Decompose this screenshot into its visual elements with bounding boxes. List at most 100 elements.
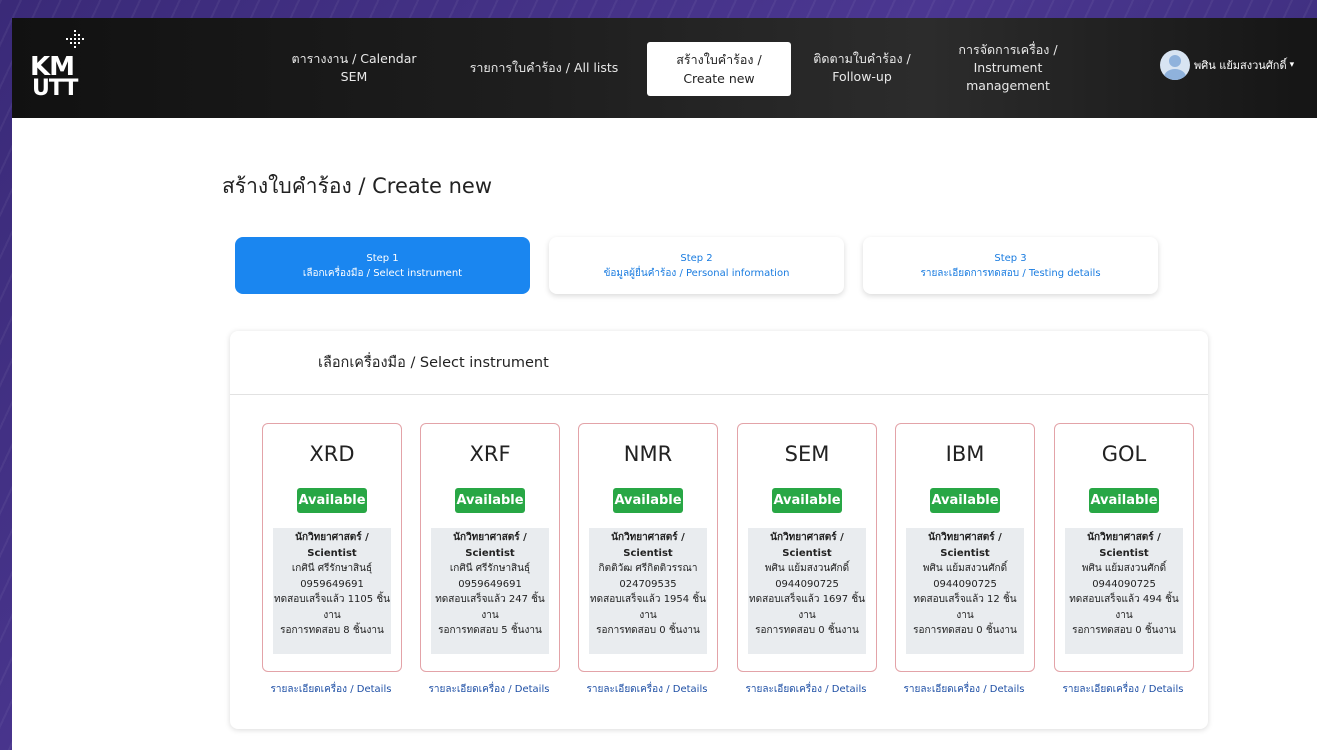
instrument-name: GOL: [1101, 442, 1147, 466]
logo-dots-icon: [66, 30, 84, 48]
scientist-phone: 0944090725: [775, 578, 839, 590]
tested-count-unit: งาน: [798, 609, 816, 621]
step-1-select-instrument[interactable]: Step 1 เลือกเครื่องมือ / Select instrume…: [235, 237, 530, 294]
tested-count: ทดสอบเสร็จแล้ว 247 ชิ้น: [435, 594, 545, 605]
scientist-phone: 024709535: [619, 578, 677, 590]
status-badge: Available: [772, 488, 842, 513]
instrument-card-nmr[interactable]: NMR Available นักวิทยาศาสตร์ / Scientist…: [578, 423, 718, 672]
nav-calendar[interactable]: ตารางงาน / Calendar SEM: [274, 18, 434, 118]
role-label: นักวิทยาศาสตร์ /: [295, 532, 369, 543]
role-label-en: Scientist: [465, 547, 515, 559]
tested-count: ทดสอบเสร็จแล้ว 494 ชิ้น: [1069, 594, 1179, 605]
tested-count-unit: งาน: [481, 609, 499, 621]
role-label-en: Scientist: [623, 547, 673, 559]
user-name: พศิน แย้มสงวนศักดิ์: [1194, 59, 1287, 72]
role-label: นักวิทยาศาสตร์ /: [1087, 532, 1161, 543]
kmutt-logo[interactable]: KM UTT: [30, 30, 90, 101]
details-link-sem[interactable]: รายละเอียดเครื่อง / Details: [726, 682, 886, 697]
instrument-name: IBM: [945, 442, 985, 466]
nav-all-lists[interactable]: รายการใบคำร้อง / All lists: [458, 18, 630, 118]
instrument-info: นักวิทยาศาสตร์ / Scientist พศิน แย้มสงวน…: [906, 528, 1024, 654]
step-3-sub: รายละเอียดการทดสอบ / Testing details: [920, 267, 1101, 279]
avatar: [1160, 50, 1190, 80]
step-2-personal-information[interactable]: Step 2 ข้อมูลผู้ยื่นคำร้อง / Personal in…: [549, 237, 844, 294]
waiting-count: รอการทดสอบ 0 ชิ้นงาน: [596, 625, 700, 636]
nav-follow-up-label: ติดตามใบคำร้อง / Follow-up: [813, 51, 911, 84]
role-label-en: Scientist: [1099, 547, 1149, 559]
details-link-nmr[interactable]: รายละเอียดเครื่อง / Details: [567, 682, 727, 697]
instrument-card-gol[interactable]: GOL Available นักวิทยาศาสตร์ / Scientist…: [1054, 423, 1194, 672]
step-3-label: Step 3: [994, 252, 1027, 264]
tested-count-unit: งาน: [639, 609, 657, 621]
instrument-card-sem[interactable]: SEM Available นักวิทยาศาสตร์ / Scientist…: [737, 423, 877, 672]
status-badge: Available: [297, 488, 367, 513]
page-title: สร้างใบคำร้อง / Create new: [222, 174, 492, 198]
role-label: นักวิทยาศาสตร์ /: [770, 532, 844, 543]
status-badge: Available: [1089, 488, 1159, 513]
scientist-name: พศิน แย้มสงวนศักดิ์: [922, 563, 1008, 574]
step-2-label: Step 2: [680, 252, 713, 264]
instrument-name: SEM: [784, 442, 830, 466]
status-badge: Available: [613, 488, 683, 513]
instrument-card-xrf[interactable]: XRF Available นักวิทยาศาสตร์ / Scientist…: [420, 423, 560, 672]
waiting-count: รอการทดสอบ 0 ชิ้นงาน: [755, 625, 859, 636]
nav-instrument-management-label: การจัดการเครื่อง / Instrument management: [958, 42, 1058, 93]
role-label: นักวิทยาศาสตร์ /: [611, 532, 685, 543]
scientist-phone: 0959649691: [458, 578, 522, 590]
scientist-phone: 0944090725: [933, 578, 997, 590]
app-window: KM UTT ตารางงาน / Calendar SEM รายการใบค…: [12, 18, 1317, 750]
nav-create-new-label: สร้างใบคำร้อง / Create new: [676, 52, 762, 86]
details-link-xrd[interactable]: รายละเอียดเครื่อง / Details: [251, 682, 411, 697]
nav-calendar-label: ตารางงาน / Calendar SEM: [291, 51, 417, 84]
waiting-count: รอการทดสอบ 0 ชิ้นงาน: [1072, 625, 1176, 636]
card-header: เลือกเครื่องมือ / Select instrument: [230, 331, 1208, 395]
logo-text-bottom: UTT: [32, 76, 78, 101]
instrument-info: นักวิทยาศาสตร์ / Scientist กิตติวัฒ ศรีก…: [589, 528, 707, 654]
waiting-count: รอการทดสอบ 8 ชิ้นงาน: [280, 625, 384, 636]
scientist-name: เกศินี ศรีรักษาสินธุ์: [449, 563, 531, 574]
instrument-info: นักวิทยาศาสตร์ / Scientist เกศินี ศรีรัก…: [273, 528, 391, 654]
instrument-info: นักวิทยาศาสตร์ / Scientist พศิน แย้มสงวน…: [1065, 528, 1183, 654]
tested-count-unit: งาน: [1115, 609, 1133, 621]
status-badge: Available: [455, 488, 525, 513]
scientist-phone: 0959649691: [300, 578, 364, 590]
role-label: นักวิทยาศาสตร์ /: [928, 532, 1002, 543]
step-1-sub: เลือกเครื่องมือ / Select instrument: [302, 267, 463, 279]
tested-count: ทดสอบเสร็จแล้ว 1105 ชิ้น: [274, 594, 390, 605]
scientist-phone: 0944090725: [1092, 578, 1156, 590]
section-title: เลือกเครื่องมือ / Select instrument: [318, 355, 549, 371]
scientist-name: พศิน แย้มสงวนศักดิ์: [764, 563, 850, 574]
role-label: นักวิทยาศาสตร์ /: [453, 532, 527, 543]
scientist-name: พศิน แย้มสงวนศักดิ์: [1081, 563, 1167, 574]
step-3-testing-details[interactable]: Step 3 รายละเอียดการทดสอบ / Testing deta…: [863, 237, 1158, 294]
chevron-down-icon: ▾: [1289, 60, 1295, 70]
waiting-count: รอการทดสอบ 5 ชิ้นงาน: [438, 625, 542, 636]
instrument-name: XRF: [469, 442, 511, 466]
instrument-card-xrd[interactable]: XRD Available นักวิทยาศาสตร์ / Scientist…: [262, 423, 402, 672]
instrument-name: NMR: [623, 442, 673, 466]
role-label-en: Scientist: [940, 547, 990, 559]
user-menu[interactable]: พศิน แย้มสงวนศักดิ์ ▾: [1160, 48, 1294, 82]
tested-count-unit: งาน: [323, 609, 341, 621]
instrument-info: นักวิทยาศาสตร์ / Scientist พศิน แย้มสงวน…: [748, 528, 866, 654]
tested-count: ทดสอบเสร็จแล้ว 1954 ชิ้น: [590, 594, 706, 605]
details-link-xrf[interactable]: รายละเอียดเครื่อง / Details: [409, 682, 569, 697]
waiting-count: รอการทดสอบ 0 ชิ้นงาน: [913, 625, 1017, 636]
nav-create-new[interactable]: สร้างใบคำร้อง / Create new: [647, 42, 791, 96]
nav-all-lists-label: รายการใบคำร้อง / All lists: [469, 60, 619, 75]
instrument-card-ibm[interactable]: IBM Available นักวิทยาศาสตร์ / Scientist…: [895, 423, 1035, 672]
instrument-name: XRD: [309, 442, 355, 466]
scientist-name: เกศินี ศรีรักษาสินธุ์: [291, 563, 373, 574]
role-label-en: Scientist: [782, 547, 832, 559]
role-label-en: Scientist: [307, 547, 357, 559]
top-navbar: KM UTT ตารางงาน / Calendar SEM รายการใบค…: [12, 18, 1317, 118]
tested-count: ทดสอบเสร็จแล้ว 12 ชิ้น: [913, 594, 1017, 605]
nav-follow-up[interactable]: ติดตามใบคำร้อง / Follow-up: [802, 18, 922, 118]
tested-count: ทดสอบเสร็จแล้ว 1697 ชิ้น: [749, 594, 865, 605]
details-link-ibm[interactable]: รายละเอียดเครื่อง / Details: [884, 682, 1044, 697]
instrument-info: นักวิทยาศาสตร์ / Scientist เกศินี ศรีรัก…: [431, 528, 549, 654]
status-badge: Available: [930, 488, 1000, 513]
details-link-gol[interactable]: รายละเอียดเครื่อง / Details: [1043, 682, 1203, 697]
nav-instrument-management[interactable]: การจัดการเครื่อง / Instrument management: [940, 18, 1076, 118]
step-1-label: Step 1: [366, 252, 399, 264]
